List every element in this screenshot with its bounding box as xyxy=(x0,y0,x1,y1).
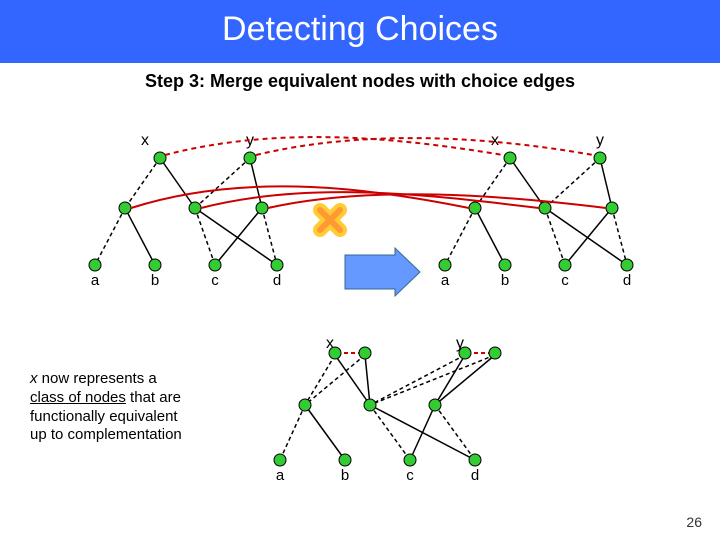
label-a-ul: a xyxy=(91,272,100,289)
edge xyxy=(365,355,370,405)
edge xyxy=(545,208,565,265)
label-a-ur: a xyxy=(441,272,450,289)
subtitle-text: Step 3: Merge equivalent nodes with choi… xyxy=(145,71,575,91)
caption-u: class of nodes xyxy=(30,389,126,406)
node xyxy=(299,399,311,411)
node xyxy=(489,347,501,359)
edge xyxy=(305,355,365,405)
edge xyxy=(410,405,435,460)
page-number: 26 xyxy=(686,514,702,530)
edge xyxy=(445,208,475,265)
node-b-ul xyxy=(149,259,161,271)
edge xyxy=(435,405,475,460)
title-text: Detecting Choices xyxy=(222,10,498,48)
edge xyxy=(335,355,370,405)
caption-l4: up to complementation xyxy=(30,426,182,443)
edge xyxy=(95,208,125,265)
node-a-ul xyxy=(89,259,101,271)
label-a-low: a xyxy=(276,467,285,484)
label-d-ul: d xyxy=(273,272,281,289)
node-a-low xyxy=(274,454,286,466)
edge xyxy=(600,158,612,208)
label-d-ur: d xyxy=(623,272,631,289)
label-c-ur: c xyxy=(561,272,569,289)
node xyxy=(359,347,371,359)
equiv-edge xyxy=(165,137,503,155)
edge xyxy=(305,355,335,405)
label-x-ul: x xyxy=(141,132,149,149)
node-b-low xyxy=(339,454,351,466)
edge xyxy=(160,158,195,208)
edge xyxy=(545,158,600,208)
caption-l2: that are xyxy=(126,389,181,406)
node-d-low xyxy=(469,454,481,466)
node-x-ur xyxy=(504,152,516,164)
node-d-ur xyxy=(621,259,633,271)
edge xyxy=(280,405,305,460)
caption-l1: now represents a xyxy=(38,370,157,387)
edge xyxy=(475,208,505,265)
edge xyxy=(215,208,262,265)
node-c-ul xyxy=(209,259,221,271)
edge xyxy=(370,355,495,405)
subtitle: Step 3: Merge equivalent nodes with choi… xyxy=(0,71,720,92)
node xyxy=(429,399,441,411)
transform-arrow-icon xyxy=(345,248,420,296)
label-c-ul: c xyxy=(211,272,219,289)
node xyxy=(539,202,551,214)
node xyxy=(119,202,131,214)
caption-l3: functionally equivalent xyxy=(30,408,178,425)
node-y-ur xyxy=(594,152,606,164)
node xyxy=(189,202,201,214)
caption-block: x now represents a class of nodes that a… xyxy=(30,370,230,445)
label-d-low: d xyxy=(471,467,479,484)
node-d-ul xyxy=(271,259,283,271)
node-b-ur xyxy=(499,259,511,271)
edge xyxy=(250,158,262,208)
node xyxy=(606,202,618,214)
edge xyxy=(565,208,612,265)
diagram-svg: x y a b c d x y a b c d xyxy=(0,100,720,540)
node xyxy=(256,202,268,214)
edge xyxy=(195,208,215,265)
node xyxy=(469,202,481,214)
edge xyxy=(305,405,345,460)
label-b-low: b xyxy=(341,467,349,484)
label-b-ur: b xyxy=(501,272,509,289)
label-b-ul: b xyxy=(151,272,159,289)
edge xyxy=(370,405,410,460)
edge xyxy=(435,355,495,405)
node-c-ur xyxy=(559,259,571,271)
node xyxy=(364,399,376,411)
node xyxy=(459,347,471,359)
label-c-low: c xyxy=(406,467,414,484)
node-a-ur xyxy=(439,259,451,271)
edge xyxy=(125,208,155,265)
title-bar: Detecting Choices xyxy=(0,0,720,63)
caption-x: x xyxy=(30,370,38,387)
label-y-ur: y xyxy=(596,132,604,149)
label-x-ur: x xyxy=(491,132,499,149)
node-y-ul xyxy=(244,152,256,164)
conflict-icon xyxy=(320,210,340,230)
node xyxy=(329,347,341,359)
node-c-low xyxy=(404,454,416,466)
equiv-edge xyxy=(256,138,593,155)
node-x-ul xyxy=(154,152,166,164)
